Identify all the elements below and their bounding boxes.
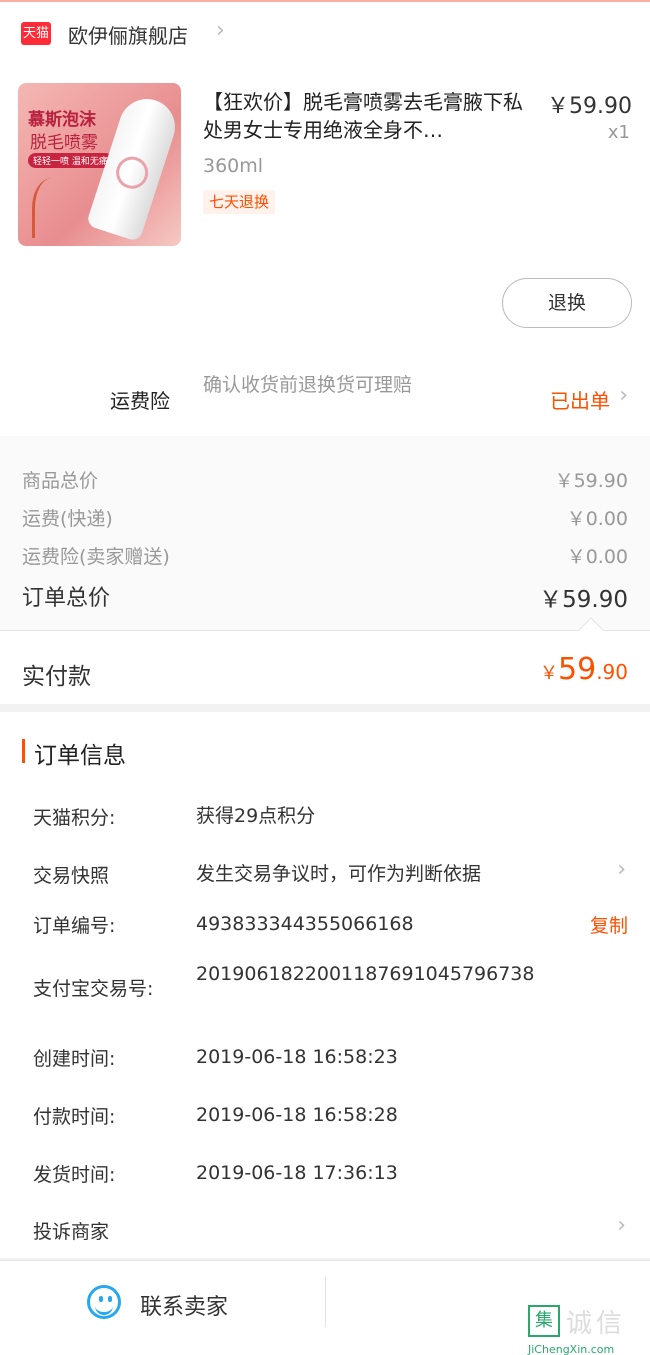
info-label: 订单编号: <box>33 915 116 937</box>
fee-row: 商品总价 ￥59.90 <box>22 466 628 493</box>
alipay-number: 2019061822001187691045796738 <box>196 963 535 985</box>
product-image[interactable]: 慕斯泡沫 脱毛喷雾 轻轻一喷 温和无痛 <box>18 83 181 246</box>
insurance-description: 确认收货前退换货可理赔 <box>203 374 413 396</box>
watermark-url: JiChengXin.com <box>528 1343 615 1355</box>
info-label: 交易快照 <box>33 865 110 887</box>
order-number: 493833344355066168 <box>196 913 414 935</box>
chevron-right-icon[interactable]: › <box>617 1213 626 1238</box>
insurance-label: 运费险 <box>110 389 170 413</box>
paid-currency: ￥ <box>540 663 558 684</box>
insurance-status[interactable]: 已出单 <box>550 385 610 414</box>
chevron-right-icon[interactable]: › <box>216 18 225 43</box>
footer-bar: 联系卖家 集 诚信 JiChengXin.com <box>0 1260 650 1355</box>
paid-amount: ￥59.90 <box>540 652 628 687</box>
product-image-tag: 轻轻一喷 温和无痛 <box>28 153 113 168</box>
copy-button[interactable]: 复制 <box>590 911 628 938</box>
info-value: 2019-06-18 17:36:13 <box>196 1162 398 1184</box>
info-label: 付款时间: <box>33 1106 116 1128</box>
paid-label: 实付款 <box>22 664 91 690</box>
fee-value: ￥0.00 <box>566 546 628 568</box>
bottle-label <box>111 152 153 193</box>
chevron-right-icon[interactable]: › <box>617 857 626 882</box>
info-label: 天猫积分: <box>33 807 116 829</box>
shop-header[interactable]: 天猫 欧伊俪旗舰店 › <box>0 2 650 64</box>
info-value: 获得29点积分 <box>196 805 316 827</box>
chevron-right-icon[interactable]: › <box>619 383 628 408</box>
shop-name[interactable]: 欧伊俪旗舰店 <box>68 20 188 49</box>
info-label: 支付宝交易号: <box>33 978 154 1000</box>
fee-label: 商品总价 <box>22 470 99 492</box>
watermark-logo: 集 <box>528 1305 560 1337</box>
info-label: 发货时间: <box>33 1164 116 1186</box>
product-quantity: x1 <box>607 122 630 143</box>
info-value: 发生交易争议时，可作为判断依据 <box>196 863 482 885</box>
product-image-text: 脱毛喷雾 <box>30 133 98 153</box>
product-title[interactable]: 【狂欢价】脱毛膏喷雾去毛膏腋下私处男女士专用绝液全身不… <box>203 88 533 144</box>
order-total-label: 订单总价 <box>22 586 111 611</box>
order-total-value: ￥59.90 <box>539 587 628 613</box>
info-value: 2019-06-18 16:58:23 <box>196 1046 398 1068</box>
order-info-title: 订单信息 <box>34 743 126 769</box>
section-accent-bar <box>22 739 25 763</box>
plant-decoration <box>32 178 72 238</box>
product-spec: 360ml <box>203 155 264 177</box>
fee-label: 运费(快递) <box>22 508 113 530</box>
tmall-badge: 天猫 <box>21 22 51 45</box>
footer-separator <box>325 1277 326 1327</box>
info-value: 2019-06-18 16:58:28 <box>196 1104 398 1126</box>
info-label: 创建时间: <box>33 1048 116 1070</box>
return-exchange-button[interactable]: 退换 <box>502 278 632 328</box>
paid-integer: 59 <box>558 652 597 687</box>
icon-eye <box>99 1296 103 1302</box>
watermark-text: 诚信 <box>566 1309 627 1339</box>
contact-seller-icon[interactable] <box>87 1285 121 1319</box>
return-policy-tag: 七天退换 <box>203 190 276 214</box>
contact-seller-button[interactable]: 联系卖家 <box>140 1289 228 1321</box>
paid-decimal: .90 <box>596 660 628 684</box>
icon-eye <box>108 1296 112 1302</box>
order-total-row: 订单总价 ￥59.90 <box>22 580 628 613</box>
fee-label: 运费险(卖家赠送) <box>22 546 170 568</box>
product-price: ￥59.90 <box>547 94 632 119</box>
fee-value: ￥59.90 <box>554 470 628 492</box>
fee-row: 运费险(卖家赠送) ￥0.00 <box>22 542 628 569</box>
fee-value: ￥0.00 <box>566 508 628 530</box>
fee-row: 运费(快递) ￥0.00 <box>22 504 628 531</box>
complain-seller-label: 投诉商家 <box>33 1221 110 1243</box>
product-image-text: 慕斯泡沫 <box>28 110 96 130</box>
